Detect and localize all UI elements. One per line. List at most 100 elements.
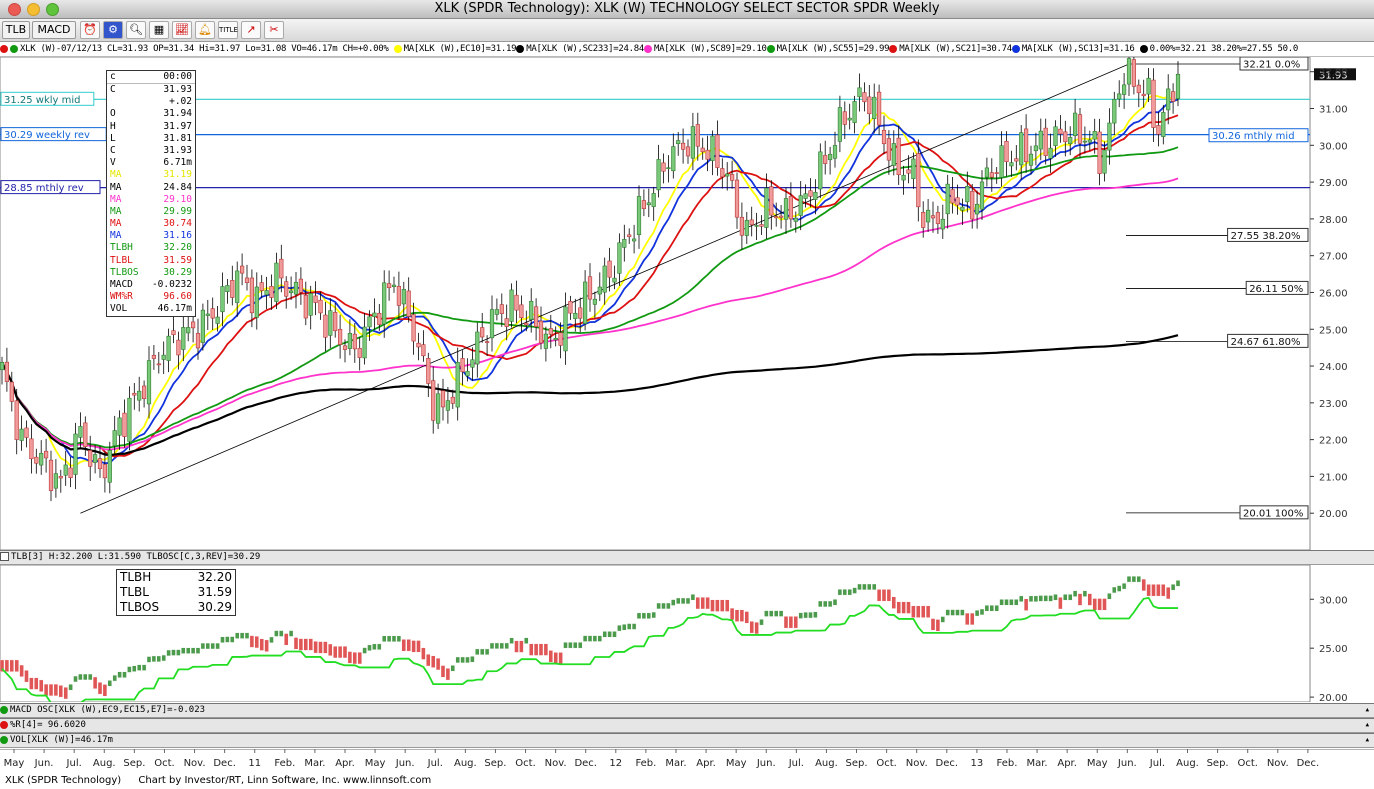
tlb-brick [725,599,730,612]
price-tick-label: 31.00 [1319,105,1348,116]
tlb-brick [352,651,357,665]
databox-header-right: 00:00 [163,71,192,82]
alert-bell-icon[interactable]: 🔔︎ [195,21,215,39]
candle-body [396,286,402,306]
tlb-brick [881,589,887,602]
candle-body [377,313,382,325]
candle-body [930,215,936,219]
macd-button[interactable]: MACD [32,21,76,39]
tlb-brick [396,635,402,642]
tlb-brick [519,640,524,653]
candle-body [725,173,730,177]
price-chart[interactable]: 20.00 21.00 22.00 23.00 24.00 25.00 26.00 27.00… [0,57,1374,550]
indicator-row[interactable]: MACD OSC[XLK (W),EC9,EC15,E7]=-0.023 ▴ [0,703,1374,718]
candle-body [460,358,465,373]
candle-body [440,390,446,408]
tlb-brick [764,610,769,617]
candle-body [431,380,436,421]
candle-body [867,96,872,115]
tlb-brick [578,642,583,649]
tlb-brick [1023,598,1029,611]
tlb-stats-box: TLBH 32.20 TLBL 31.59 TLBOS 30.29 [116,569,236,616]
candle-body [48,459,54,491]
candle-body [494,309,500,315]
databox-value: 31.97 [163,120,192,132]
chart-icon[interactable]: 📈︎ [172,21,192,39]
x-tick-label: Aug. [1176,758,1199,769]
candle-body [749,219,754,226]
right-level-label: 30.26 mthly mid [1212,131,1295,142]
tlb-brick [416,640,421,653]
candle-body [225,285,230,293]
databox-label: L [110,132,116,144]
tlb-stat-value: 32.20 [197,570,232,584]
x-tick-label: 12 [609,758,622,769]
x-tick-label: Nov. [545,758,567,769]
tlb-brick [1175,580,1181,587]
tlb-tick-label: 25.00 [1319,644,1348,655]
tlb-brick [1028,595,1034,602]
tlb-brick [29,677,34,690]
candle-body [298,278,304,293]
grid-icon[interactable]: ▦ [149,21,169,39]
tlb-brick [460,656,465,664]
candle-body [774,216,779,219]
tlb-brick [298,638,304,651]
zoom-window-button[interactable] [46,3,59,16]
tlb-brick [156,655,162,663]
databox-label: MA [110,218,122,230]
tlb-brick [543,643,549,656]
tlb-brick [406,639,411,652]
minimize-window-button[interactable] [27,3,40,16]
candle-body [391,284,397,288]
panel-expand-icon[interactable]: ▴ [1365,704,1370,717]
draw-tool-icon[interactable]: ↗ [241,21,261,39]
candle-body [798,195,803,216]
candle-body [102,464,107,479]
tlb-brick [195,647,201,654]
candle-body [1107,122,1112,151]
scissors-icon[interactable]: ✂ [264,21,284,39]
tlb-brick [112,674,117,682]
tlb-panel-header[interactable]: TLB[3] H:32.200 L:31.590 TLBOSC[C,3,REV]… [0,550,1374,565]
tlb-brick [151,655,157,663]
candle-body [1087,139,1092,143]
tlb-close-icon[interactable] [0,552,9,561]
zoom-icon[interactable]: 🔍︎ [126,21,146,39]
databox-row: +.02 [107,96,195,108]
indicator-row[interactable]: VOL[XLK (W)]=46.17m ▴ [0,733,1374,748]
tlb-brick [382,635,387,642]
tlb-brick [244,632,250,639]
alarm-clock-icon[interactable]: ⏰ [80,21,100,39]
databox-value: 96.60 [163,291,192,303]
candle-body [215,316,220,324]
candle-body [58,476,63,479]
tlb-brick [813,611,818,618]
indicator-row[interactable]: %R[4]= 96.6020 ▴ [0,718,1374,733]
panel-expand-icon[interactable]: ▴ [1365,734,1370,747]
candle-body [578,307,583,319]
tlb-button[interactable]: TLB [2,21,30,39]
panel-expand-icon[interactable]: ▴ [1365,719,1370,732]
indicator-settings-icon[interactable]: ⚙ [103,21,123,39]
candle-body [1053,126,1058,146]
candle-body [308,293,313,316]
candle-body [112,430,117,447]
tlb-brick [563,642,568,649]
tlb-brick [43,683,49,697]
tlb-stat-row: TLBH 32.20 [117,570,235,585]
tlb-brick [749,621,754,634]
x-axis: May Jun. Jul. Aug. Sep. Oct. Nov. Dec. 11 Feb. Mar… [0,749,1374,769]
text-tool-icon[interactable]: TITLE [218,21,238,39]
price-tick-label: 32.00 [1319,68,1348,79]
close-window-button[interactable] [8,3,21,16]
candle-body [34,456,39,464]
tlb-brick [205,642,211,650]
tlb-brick [181,647,186,654]
candle-body [685,146,691,157]
candle-body [524,322,529,326]
tlb-brick [1121,582,1127,590]
tlb-brick [367,644,372,651]
candle-body [1004,141,1009,163]
candle-body [1028,153,1034,166]
